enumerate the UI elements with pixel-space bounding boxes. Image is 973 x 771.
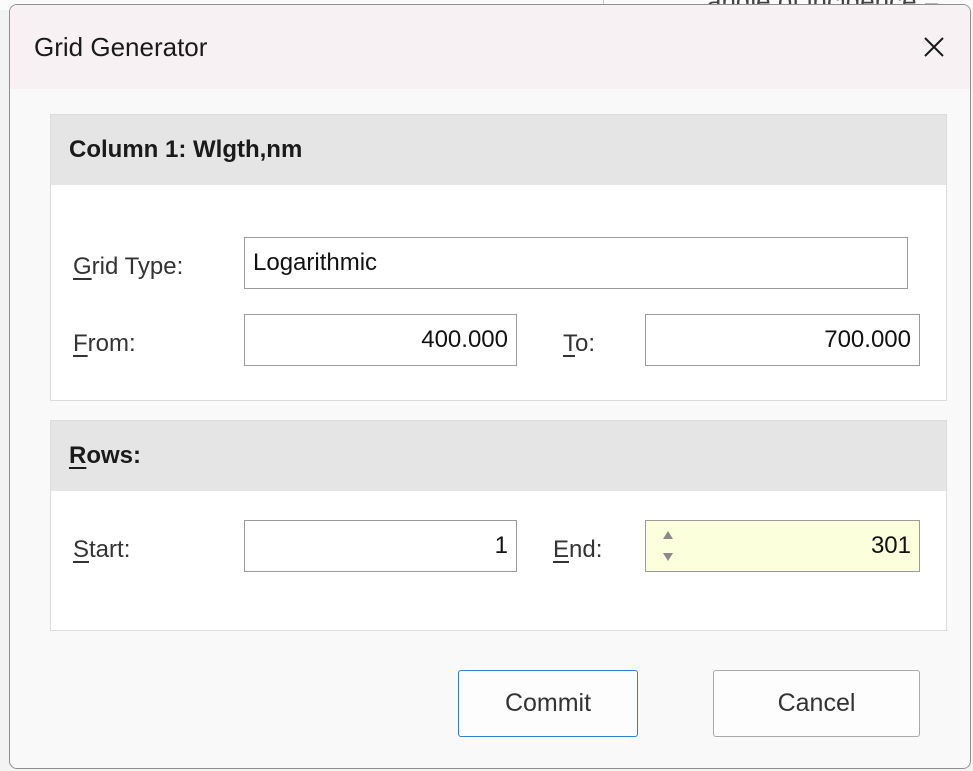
to-value: 700.000 [824,326,911,353]
close-button[interactable] [898,5,970,89]
start-value: 1 [494,532,508,559]
end-value: 301 [870,532,911,559]
to-field[interactable]: 700.000 [645,314,920,366]
column-group-header: Column 1: Wlgth,nm [51,115,946,185]
close-icon [924,37,944,57]
rows-group: Rows: Start: 1 End: 301 [50,420,947,631]
to-label: To: [563,330,596,357]
dialog-body: Column 1: Wlgth,nm Grid Type: Logarithmi… [10,89,970,768]
grid-type-value: Logarithmic [253,249,378,276]
cancel-button[interactable]: Cancel [713,670,920,737]
start-field[interactable]: 1 [244,520,517,572]
title-bar: Grid Generator [10,5,970,89]
commit-button[interactable]: Commit [458,670,638,737]
from-label: From: [73,330,136,357]
rows-group-header: Rows: [51,421,946,491]
column-group: Column 1: Wlgth,nm Grid Type: Logarithmi… [50,114,947,401]
grid-type-label: Grid Type: [73,253,184,280]
from-value: 400.000 [421,326,508,353]
grid-generator-dialog: Grid Generator Column 1: Wlgth,nm Grid T… [9,4,971,769]
spinner-arrows-icon[interactable] [660,529,676,563]
start-label: Start: [73,536,131,563]
end-label: End: [553,536,603,563]
grid-type-field[interactable]: Logarithmic [244,237,908,289]
column-header-label: Column 1: Wlgth,nm [69,136,303,163]
from-field[interactable]: 400.000 [244,314,517,366]
dialog-title: Grid Generator [34,32,208,62]
rows-header-label: Rows: [69,442,142,469]
end-spin-field[interactable]: 301 [645,520,920,572]
